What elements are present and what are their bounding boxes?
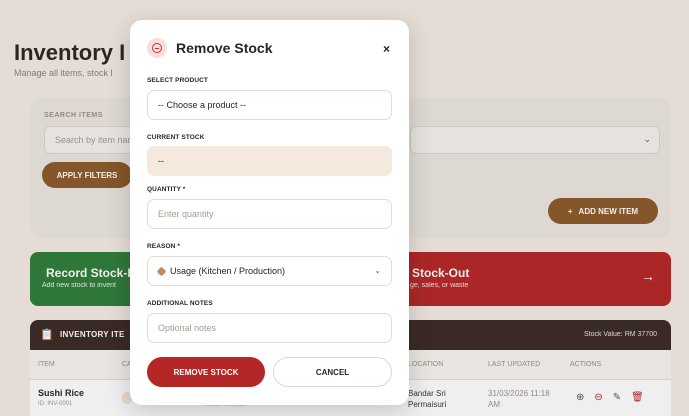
notes-label: ADDITIONAL NOTES xyxy=(147,300,213,307)
product-select[interactable]: -- Choose a product -- xyxy=(147,90,392,120)
reason-value: Usage (Kitchen / Production) xyxy=(170,266,286,276)
modal-title: Remove Stock xyxy=(176,40,273,56)
minus-circle-icon xyxy=(147,38,167,58)
current-stock-label: CURRENT STOCK xyxy=(147,134,205,141)
current-stock-field: -- xyxy=(147,146,392,176)
notes-input[interactable]: Optional notes xyxy=(147,313,392,343)
select-product-label: SELECT PRODUCT xyxy=(147,77,208,84)
reason-select[interactable]: Usage (Kitchen / Production) ⌄ xyxy=(147,256,392,286)
remove-stock-modal: Remove Stock × SELECT PRODUCT -- Choose … xyxy=(130,20,409,405)
cancel-button[interactable]: CANCEL xyxy=(273,357,392,387)
remove-stock-button[interactable]: REMOVE STOCK xyxy=(147,357,265,387)
quantity-input[interactable]: Enter quantity xyxy=(147,199,392,229)
close-icon[interactable]: × xyxy=(383,42,390,56)
quantity-label: QUANTITY * xyxy=(147,186,186,193)
reason-label: REASON * xyxy=(147,243,180,250)
chevron-down-icon: ⌄ xyxy=(374,266,381,275)
box-icon xyxy=(156,266,167,277)
